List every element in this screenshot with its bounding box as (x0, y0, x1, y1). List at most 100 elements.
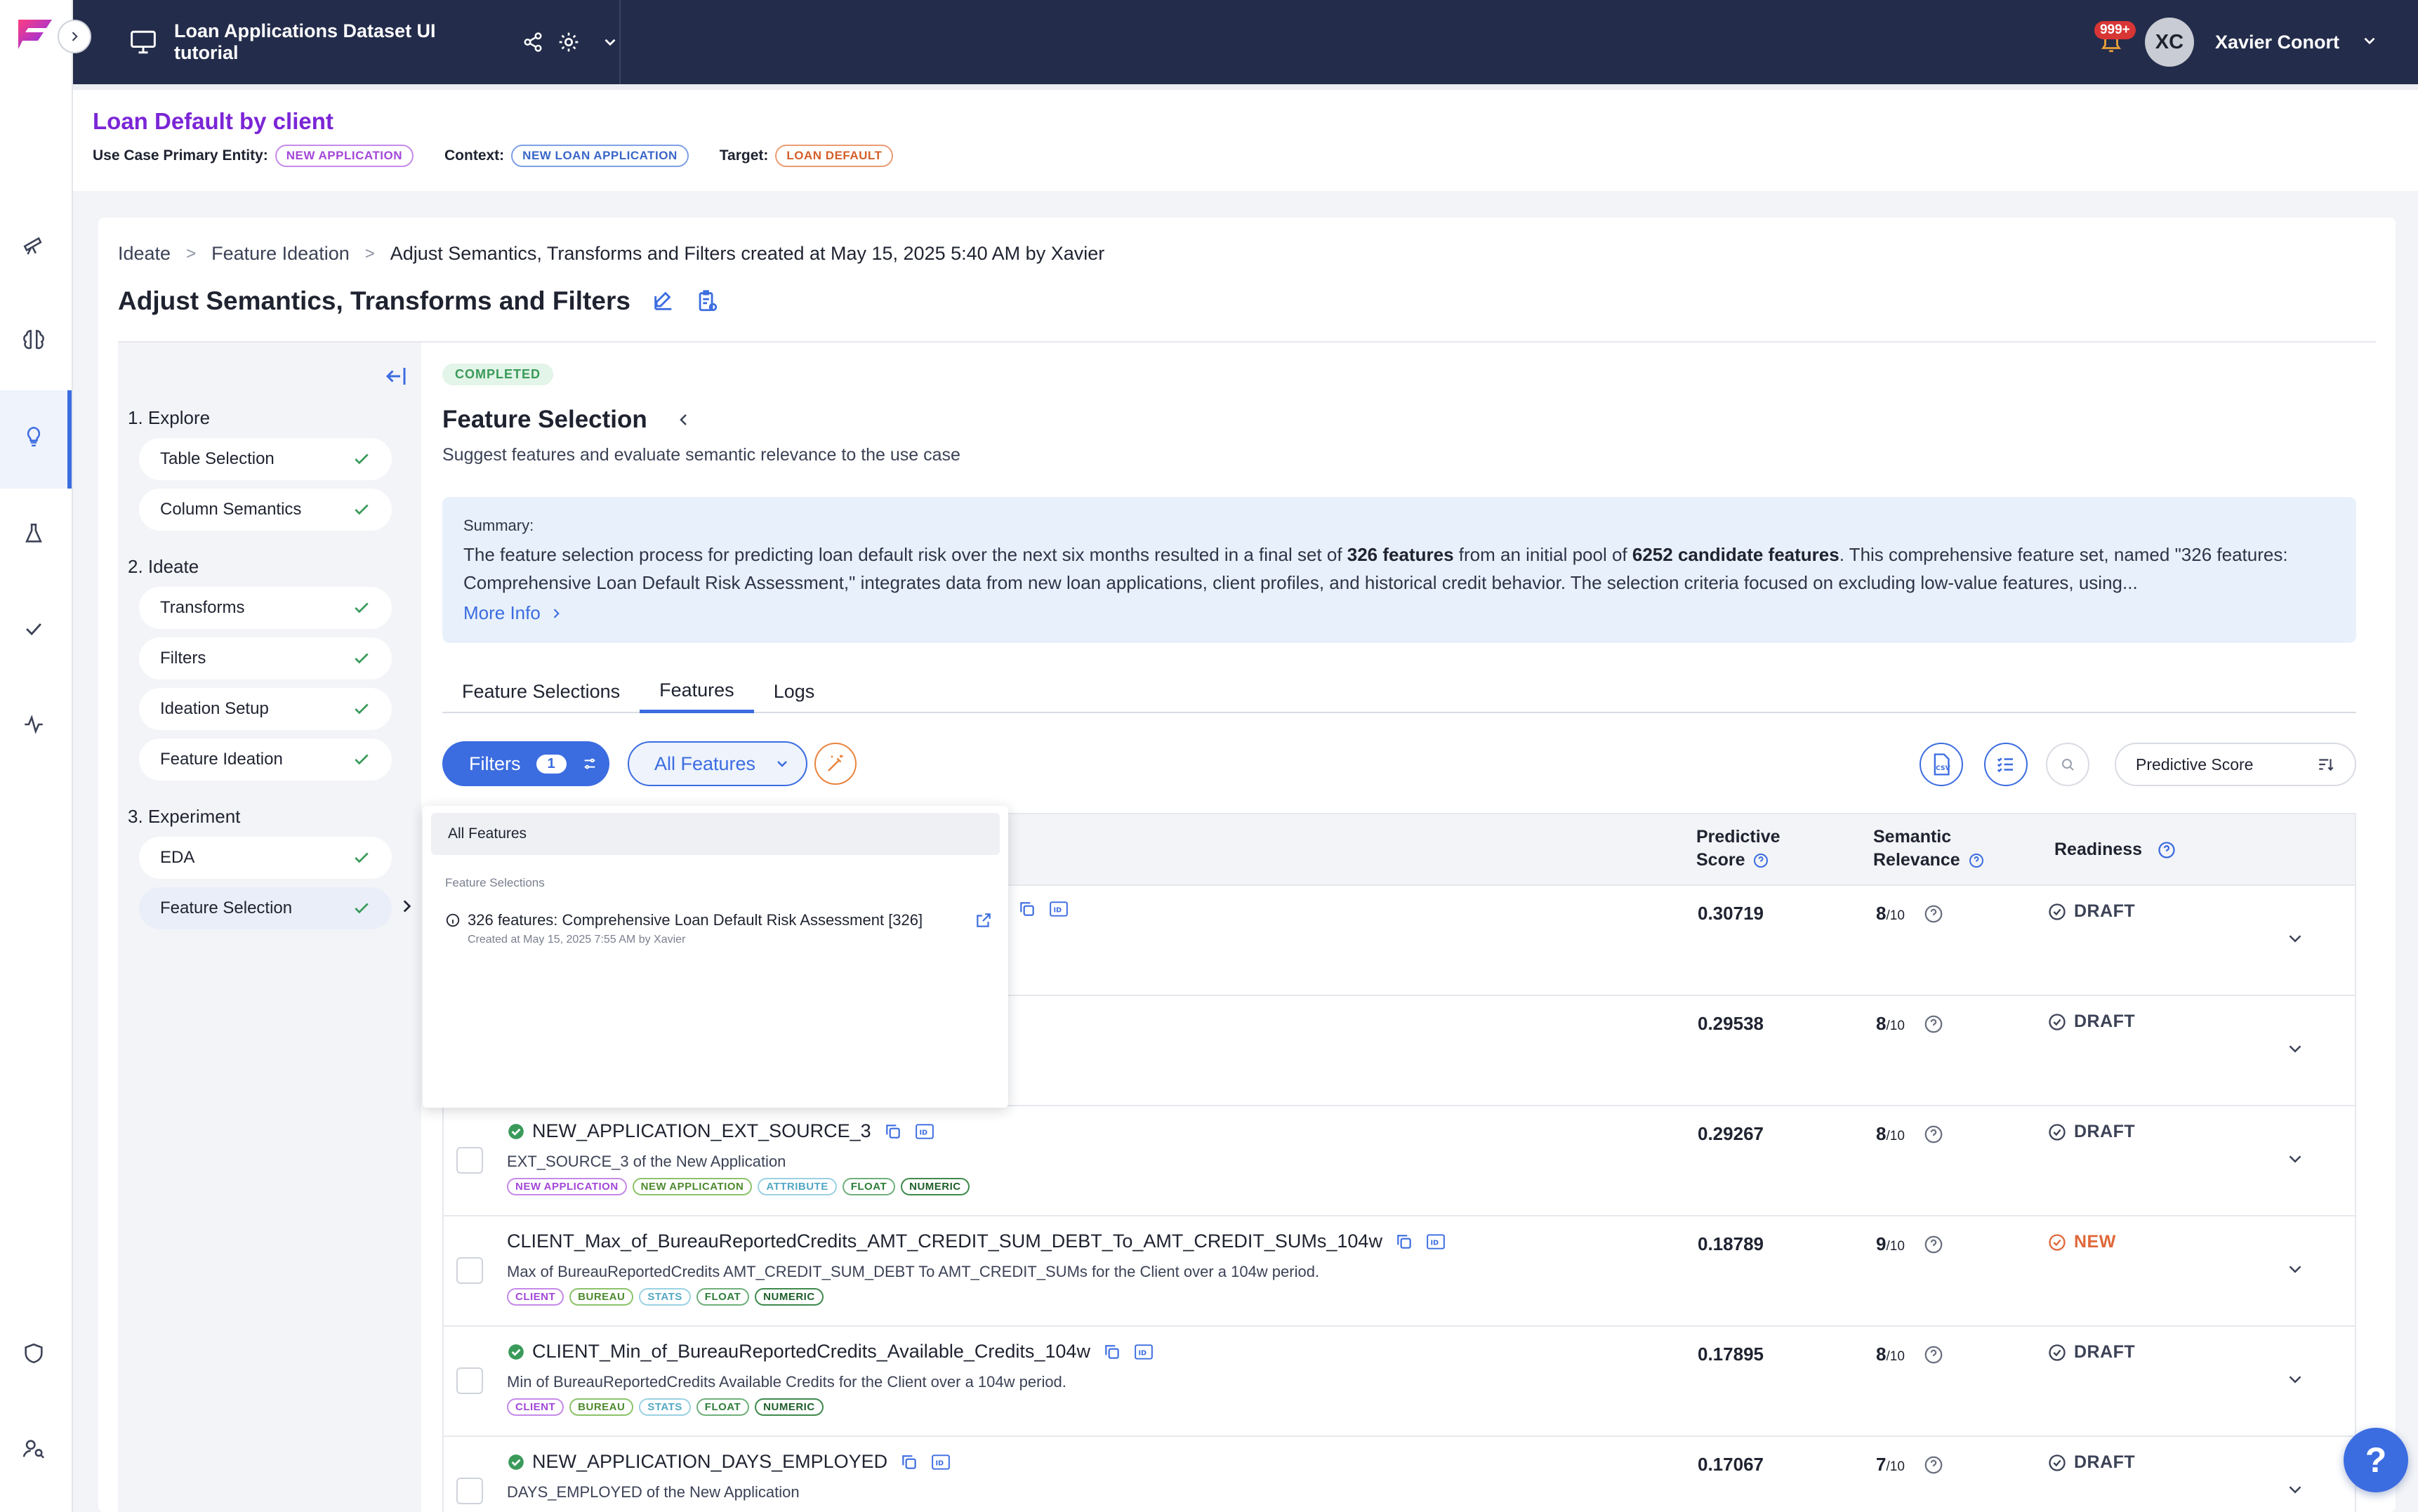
tab-logs[interactable]: Logs (754, 671, 835, 712)
collapse-panel-icon[interactable] (383, 364, 409, 392)
feature-name[interactable]: ID (1005, 900, 1069, 918)
clipboard-icon[interactable] (695, 289, 719, 313)
col-predictive-score[interactable]: Predictive Score (1696, 825, 1781, 872)
help-circle-icon[interactable] (2157, 840, 2176, 860)
col-readiness[interactable]: Readiness (2054, 838, 2176, 861)
copy-icon[interactable] (884, 1122, 902, 1141)
search-button[interactable] (2046, 743, 2089, 786)
help-circle-icon[interactable] (1752, 852, 1769, 869)
id-icon[interactable]: ID (915, 1122, 934, 1141)
tag: NEW APPLICATION (507, 1178, 627, 1195)
app-logo[interactable] (15, 18, 55, 53)
step-feature-ideation[interactable]: Feature Ideation (139, 738, 392, 781)
more-info-link[interactable]: More Info (463, 602, 2335, 624)
table-row[interactable]: CLIENT_Max_of_BureauReportedCredits_AMT_… (442, 1216, 2356, 1327)
dropdown-option-all-features[interactable]: All Features (431, 813, 1000, 855)
row-checkbox[interactable] (456, 1257, 483, 1284)
user-search-icon[interactable] (18, 1433, 49, 1464)
avatar[interactable]: XC (2144, 18, 2194, 67)
help-circle-icon[interactable] (1968, 852, 1985, 869)
step-eda[interactable]: EDA (139, 837, 392, 879)
id-icon[interactable]: ID (931, 1453, 951, 1471)
user-menu[interactable]: 999+ XC Xavier Conort (2094, 17, 2379, 67)
activity-icon[interactable] (18, 709, 49, 740)
chevron-down-icon[interactable] (2285, 1038, 2306, 1063)
table-row[interactable]: NEW_APPLICATION_DAYS_EMPLOYED ID DAYS_EM… (442, 1437, 2356, 1512)
help-circle-icon[interactable] (1923, 903, 1944, 924)
user-name[interactable]: Xavier Conort (2215, 32, 2339, 53)
rail-toggle-button[interactable] (58, 20, 91, 53)
use-case-title[interactable]: Loan Default by client (93, 108, 2418, 135)
help-button[interactable]: ? (2344, 1428, 2408, 1492)
readiness-status[interactable]: DRAFT (2047, 1012, 2135, 1032)
chevron-right-icon (397, 897, 416, 919)
download-csv-button[interactable]: CSV (1920, 743, 1963, 786)
feature-name[interactable]: CLIENT_Max_of_BureauReportedCredits_AMT_… (507, 1231, 1446, 1252)
copy-icon[interactable] (1395, 1233, 1413, 1251)
flask-icon[interactable] (18, 518, 49, 549)
chevron-down-icon[interactable] (2285, 1479, 2306, 1504)
copy-icon[interactable] (900, 1453, 918, 1471)
gear-icon[interactable] (557, 31, 580, 53)
chevron-down-icon[interactable] (2285, 928, 2306, 953)
step-transforms[interactable]: Transforms (139, 587, 392, 629)
breadcrumb-ideate[interactable]: Ideate (118, 243, 171, 265)
help-circle-icon[interactable] (1923, 1344, 1944, 1365)
readiness-status[interactable]: DRAFT (2047, 901, 2135, 922)
readiness-status[interactable]: DRAFT (2047, 1122, 2135, 1142)
external-link-icon[interactable] (975, 911, 993, 929)
chevron-down-icon[interactable] (2285, 1259, 2306, 1283)
check-icon[interactable] (18, 614, 49, 644)
feature-name[interactable]: NEW_APPLICATION_DAYS_EMPLOYED ID (507, 1451, 951, 1473)
project-selector[interactable]: Loan Applications Dataset UI tutorial (73, 0, 621, 84)
row-checkbox[interactable] (456, 1367, 483, 1394)
tab-features[interactable]: Features (640, 671, 754, 713)
brain-icon[interactable] (18, 324, 49, 355)
row-checkbox[interactable] (456, 1478, 483, 1504)
shield-icon[interactable] (18, 1338, 49, 1369)
help-circle-icon[interactable] (1923, 1234, 1944, 1255)
chevron-down-icon[interactable] (601, 33, 619, 51)
copy-icon[interactable] (1018, 900, 1036, 918)
help-circle-icon[interactable] (1923, 1014, 1944, 1035)
step-feature-selection[interactable]: Feature Selection (139, 887, 392, 929)
feature-name[interactable]: CLIENT_Min_of_BureauReportedCredits_Avai… (507, 1341, 1154, 1362)
readiness-status[interactable]: NEW (2047, 1232, 2116, 1252)
table-row[interactable]: NEW_APPLICATION_EXT_SOURCE_3 ID EXT_SOUR… (442, 1106, 2356, 1216)
feature-name[interactable]: NEW_APPLICATION_EXT_SOURCE_3 ID (507, 1120, 934, 1142)
id-icon[interactable]: ID (1426, 1233, 1446, 1251)
primary-entity-pill: NEW APPLICATION (275, 145, 414, 167)
readiness-status[interactable]: DRAFT (2047, 1452, 2135, 1473)
id-icon[interactable]: ID (1134, 1343, 1154, 1361)
col-semantic-relevance[interactable]: Semantic Relevance (1873, 825, 1985, 872)
breadcrumb-feature-ideation[interactable]: Feature Ideation (211, 243, 350, 265)
telescope-icon[interactable] (18, 229, 49, 260)
column-settings-button[interactable] (1984, 743, 2028, 786)
chevron-left-icon[interactable] (675, 411, 692, 428)
step-ideation-setup[interactable]: Ideation Setup (139, 688, 392, 730)
notifications-button[interactable]: 999+ (2094, 21, 2136, 59)
filters-button[interactable]: Filters 1 (442, 741, 609, 786)
id-icon[interactable]: ID (1049, 900, 1069, 918)
all-features-dropdown[interactable]: All Features (628, 741, 807, 786)
sort-select[interactable]: Predictive Score (2115, 743, 2356, 786)
edit-icon[interactable] (652, 289, 675, 313)
copy-icon[interactable] (1103, 1343, 1121, 1361)
magic-wand-button[interactable] (814, 743, 857, 785)
semantic-relevance: 8/10 (1876, 1123, 1944, 1145)
lightbulb-icon[interactable] (18, 421, 49, 452)
table-row[interactable]: CLIENT_Min_of_BureauReportedCredits_Avai… (442, 1327, 2356, 1437)
dropdown-option-feature-selection[interactable]: 326 features: Comprehensive Loan Default… (445, 911, 993, 946)
readiness-status[interactable]: DRAFT (2047, 1342, 2135, 1362)
tab-feature-selections[interactable]: Feature Selections (442, 671, 640, 712)
chevron-down-icon[interactable] (2285, 1148, 2306, 1173)
step-column-semantics[interactable]: Column Semantics (139, 489, 392, 531)
step-table-selection[interactable]: Table Selection (139, 438, 392, 480)
share-icon[interactable] (522, 32, 543, 53)
chevron-down-icon[interactable] (2285, 1369, 2306, 1393)
help-circle-icon[interactable] (1923, 1454, 1944, 1475)
help-circle-icon[interactable] (1923, 1124, 1944, 1145)
row-checkbox[interactable] (456, 1147, 483, 1174)
step-filters[interactable]: Filters (139, 637, 392, 679)
chevron-down-icon[interactable] (2360, 32, 2379, 53)
